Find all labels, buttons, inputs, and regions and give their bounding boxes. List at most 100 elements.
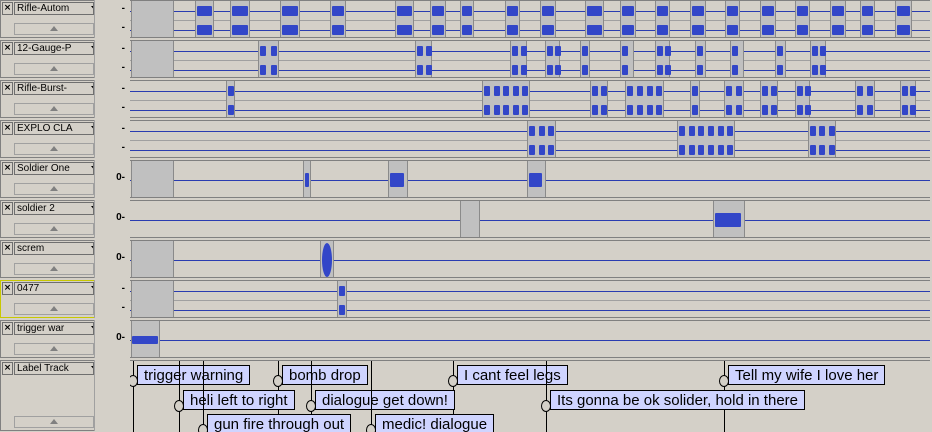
collapse-track-button[interactable] — [14, 416, 94, 428]
audio-clip[interactable] — [131, 20, 174, 37]
track-name-menu-button[interactable]: Label Track — [14, 362, 94, 375]
track-name-menu-button[interactable]: trigger war — [14, 322, 94, 335]
waveform-peak — [232, 5, 248, 16]
audio-channel — [130, 321, 930, 357]
waveform-area[interactable] — [130, 280, 930, 318]
close-x-icon[interactable]: × — [2, 42, 13, 55]
ruler-label: - — [121, 122, 125, 134]
waveform-peak — [260, 45, 266, 56]
waveform-peak — [828, 125, 835, 136]
waveform-peak — [727, 144, 734, 155]
audio-clip[interactable] — [131, 1, 174, 20]
label-text-box[interactable]: gun fire through out — [207, 414, 352, 432]
waveform-peak — [771, 85, 777, 96]
label-marker-line — [371, 361, 372, 432]
zero-line — [130, 10, 930, 12]
label-text-box[interactable]: Tell my wife I love her — [728, 365, 886, 385]
label-track-area[interactable]: trigger warning bomb drop I cant feel legs… — [130, 360, 930, 432]
waveform-peak — [797, 5, 808, 16]
waveform-peak — [503, 85, 510, 96]
collapse-track-button[interactable] — [14, 343, 94, 355]
track-name-menu-button[interactable]: 12-Gauge-P — [14, 42, 94, 55]
close-x-icon[interactable]: × — [2, 322, 13, 335]
audio-clip[interactable] — [131, 300, 174, 317]
collapse-track-button[interactable] — [14, 103, 94, 115]
label-text-box[interactable]: trigger warning — [137, 365, 251, 385]
collapse-track-button[interactable] — [14, 223, 94, 235]
vertical-ruler: -- — [94, 0, 128, 38]
label-text-box[interactable]: medic! dialogue — [375, 414, 495, 432]
track-name-menu-button[interactable]: EXPLO CLA — [14, 122, 94, 135]
label-text-box[interactable]: heli left to right — [183, 390, 295, 410]
close-x-icon[interactable]: × — [2, 202, 13, 215]
close-x-icon[interactable]: × — [2, 82, 13, 95]
label-text-box[interactable]: dialogue get down! — [315, 390, 455, 410]
audio-clip[interactable] — [131, 60, 174, 77]
track-panel: × Rifle-Autom - - × 12-Gauge-P - - × Rifle-Burst-… — [0, 0, 932, 432]
track-name-menu-button[interactable]: soldier 2 — [14, 202, 94, 215]
waveform-peak — [692, 5, 704, 16]
ruler-label: - — [121, 301, 125, 313]
audio-clip[interactable] — [677, 140, 735, 157]
waveform-peak — [692, 24, 704, 35]
waveform-area[interactable] — [130, 200, 930, 238]
waveform-peak — [493, 85, 500, 96]
audio-channel — [130, 281, 930, 301]
waveform-peak — [542, 5, 554, 16]
collapse-track-button[interactable] — [14, 23, 94, 35]
close-x-icon[interactable]: × — [2, 282, 13, 295]
track-name: Label Track — [17, 363, 69, 374]
waveform-area[interactable] — [130, 120, 930, 158]
waveform-peak — [812, 64, 818, 75]
waveform-area[interactable] — [130, 40, 930, 78]
close-x-icon[interactable]: × — [2, 362, 13, 375]
waveform-peak — [708, 144, 714, 155]
track-name: 0477 — [17, 283, 40, 294]
waveform-area[interactable] — [130, 80, 930, 118]
track-name-menu-button[interactable]: Soldier One — [14, 162, 94, 175]
track-1: × 12-Gauge-P - - — [0, 40, 932, 78]
waveform-peak — [260, 64, 266, 75]
waveform-peak — [857, 85, 863, 96]
ruler-label: - — [121, 2, 125, 14]
waveform-peak — [554, 45, 561, 56]
collapse-track-button[interactable] — [14, 303, 94, 315]
waveform-peak — [512, 85, 519, 96]
track-6: × screm 0- — [0, 240, 932, 278]
audio-clip[interactable] — [131, 241, 174, 277]
track-name: trigger war — [17, 323, 65, 334]
audio-clip[interactable] — [131, 41, 174, 60]
close-x-icon[interactable]: × — [2, 2, 13, 15]
waveform-area[interactable] — [130, 240, 930, 278]
waveform-peak — [484, 104, 490, 115]
collapse-track-button[interactable] — [14, 143, 94, 155]
waveform-area[interactable] — [130, 320, 930, 358]
close-x-icon[interactable]: × — [2, 242, 13, 255]
waveform-peak — [636, 85, 643, 96]
zero-line — [130, 290, 930, 292]
track-name-menu-button[interactable]: Rifle-Autom — [14, 2, 94, 15]
audio-channel — [130, 201, 930, 237]
waveform-area[interactable] — [130, 160, 930, 198]
collapse-track-button[interactable] — [14, 63, 94, 75]
waveform-peak — [910, 85, 916, 96]
audio-clip[interactable] — [131, 161, 174, 197]
audio-channel — [130, 81, 930, 101]
label-text-box[interactable]: Its gonna be ok solider, hold in there — [550, 390, 805, 410]
track-name-menu-button[interactable]: screm — [14, 242, 94, 255]
collapse-track-button[interactable] — [14, 263, 94, 275]
label-text-box[interactable]: bomb drop — [282, 365, 368, 385]
audio-clip[interactable] — [460, 201, 480, 237]
collapse-up-arrow-icon — [50, 419, 58, 424]
track-name-menu-button[interactable]: Rifle-Burst- — [14, 82, 94, 95]
close-x-icon[interactable]: × — [2, 122, 13, 135]
audio-clip[interactable] — [131, 281, 174, 300]
track-name: Soldier One — [17, 163, 70, 174]
label-text-box[interactable]: I cant feel legs — [457, 365, 568, 385]
collapse-track-button[interactable] — [14, 183, 94, 195]
track-name-menu-button[interactable]: 0477 — [14, 282, 94, 295]
close-x-icon[interactable]: × — [2, 162, 13, 175]
audio-clip[interactable] — [677, 121, 735, 140]
waveform-peak — [484, 85, 490, 96]
waveform-area[interactable] — [130, 0, 930, 38]
